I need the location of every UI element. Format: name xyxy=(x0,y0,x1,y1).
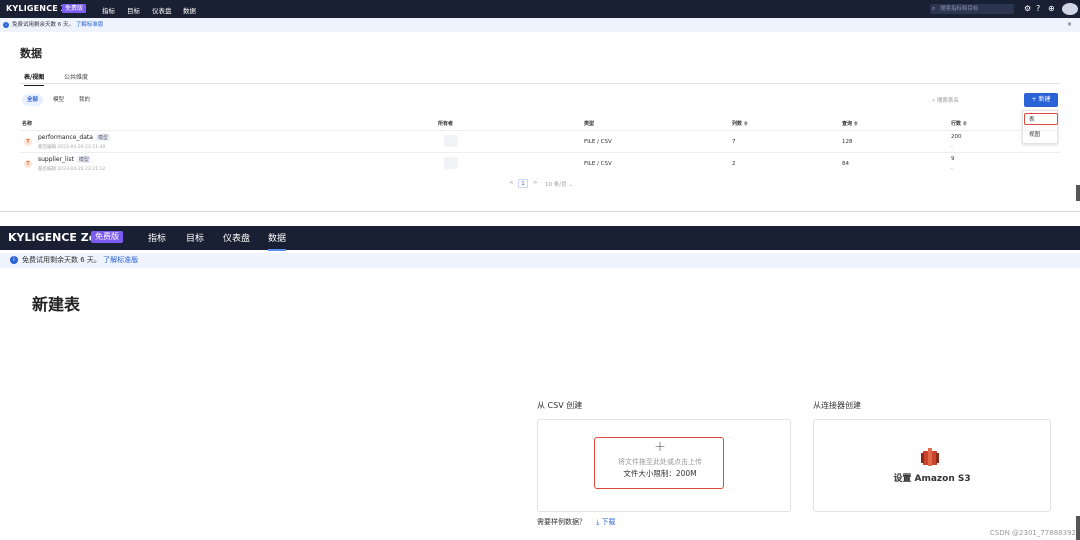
table-row[interactable]: T performance_data 模型 最后编辑 2023-04-26 23:… xyxy=(20,130,1060,152)
col-header-type: 类型 xyxy=(584,121,595,127)
close-icon[interactable]: × xyxy=(1067,18,1072,32)
filter-models[interactable]: 模型 xyxy=(48,94,69,106)
language-icon[interactable]: ⊕ xyxy=(1048,4,1055,13)
nav-item-metrics[interactable]: 指标 xyxy=(102,5,115,15)
owner-avatar xyxy=(444,157,458,169)
edition-badge: 免费版 xyxy=(62,4,87,13)
highlight-box xyxy=(594,437,724,489)
sample-data-row: 需要样例数据？ ⤓ 下载 xyxy=(537,517,616,527)
col-header-columns[interactable]: 列数 ≑ xyxy=(732,120,748,127)
brand-logo: KYLIGENCE Zen xyxy=(8,231,105,244)
owner-avatar xyxy=(444,135,458,147)
columns-cell: 2 xyxy=(732,161,736,167)
filter-all[interactable]: 全部 xyxy=(22,94,44,106)
nav-item-metrics[interactable]: 指标 xyxy=(148,231,166,244)
trial-banner-text: 免费试用剩余天数 6 天。 xyxy=(22,256,101,264)
new-button[interactable]: + 新建 xyxy=(1024,93,1058,107)
help-icon[interactable]: ? xyxy=(1036,4,1040,13)
table-name-text: supplier_list xyxy=(38,156,74,163)
table-name[interactable]: performance_data 模型 xyxy=(38,134,110,141)
pager-prev[interactable]: < xyxy=(509,180,514,186)
rows-sub: - xyxy=(951,144,953,150)
queries-cell: 128 xyxy=(842,139,853,145)
watermark: CSDN @2301_77888392 xyxy=(989,529,1076,537)
nav-item-goals[interactable]: 目标 xyxy=(186,231,204,244)
page-size-select[interactable]: 10 条/页 ⌄ xyxy=(545,180,573,188)
csv-section-title: 从 CSV 创建 xyxy=(537,401,583,410)
page-title: 数据 xyxy=(20,47,42,60)
search-icon: ⌕ xyxy=(932,5,936,12)
last-edited: 最后编辑 2023-04-26 23:21:12 xyxy=(38,167,106,172)
global-search-input[interactable]: ⌕ 搜索指标和目标 xyxy=(930,4,1014,14)
edition-badge: 免费版 xyxy=(91,231,123,243)
table-name[interactable]: supplier_list 模型 xyxy=(38,156,91,163)
col-header-name: 名称 xyxy=(22,121,33,127)
top-nav: KYLIGENCE Zen 免费版 指标 目标 仪表盘 数据 ⌕ 搜索指标和目标… xyxy=(0,0,1080,19)
nav-item-data[interactable]: 数据 xyxy=(183,5,196,19)
filter-mine[interactable]: 我的 xyxy=(74,94,95,106)
table-type-icon: T xyxy=(24,160,32,168)
nav-item-dashboard[interactable]: 仪表盘 xyxy=(152,5,172,15)
queries-cell: 84 xyxy=(842,161,849,167)
type-cell: FILE / CSV xyxy=(584,139,612,145)
sample-data-question: 需要样例数据？ xyxy=(537,518,586,526)
settings-icon[interactable]: ⚙ xyxy=(1024,4,1031,13)
table-search-placeholder: 搜索表名 xyxy=(936,98,959,104)
csv-upload-area[interactable]: + 将文件拖至此处或点击上传 文件大小限制：200M xyxy=(537,419,791,512)
info-icon: i xyxy=(3,22,9,28)
table-row[interactable]: T supplier_list 模型 最后编辑 2023-04-26 23:21:… xyxy=(20,152,1060,174)
trial-banner: i 免费试用剩余天数 6 天。 了解标准版 × xyxy=(0,18,1080,32)
window-edge xyxy=(1076,516,1080,540)
model-tag: 模型 xyxy=(95,134,110,141)
window-edge xyxy=(1076,185,1080,201)
col-header-owner: 所有者 xyxy=(438,121,454,127)
avatar[interactable] xyxy=(1062,3,1078,15)
last-edited: 最后编辑 2023-04-26 23:21:49 xyxy=(38,145,106,150)
tab-common-dimensions[interactable]: 公共维度 xyxy=(64,72,88,81)
model-tag: 模型 xyxy=(76,156,91,163)
highlight-box xyxy=(1024,113,1058,125)
table-name-text: performance_data xyxy=(38,134,93,141)
trial-banner: i 免费试用剩余天数 6 天。 了解标准版 xyxy=(0,253,1080,268)
table-search-input[interactable]: ⌕ 搜索表名 xyxy=(932,96,959,105)
new-table-screen: KYLIGENCE Zen 免费版 指标 目标 仪表盘 数据 i 免费试用剩余天… xyxy=(0,226,1080,540)
nav-item-data[interactable]: 数据 xyxy=(268,231,287,251)
connector-section-title: 从连接器创建 xyxy=(813,401,861,410)
data-list-screen: KYLIGENCE Zen 免费版 指标 目标 仪表盘 数据 ⌕ 搜索指标和目标… xyxy=(0,0,1080,212)
columns-cell: 7 xyxy=(732,139,736,145)
trial-banner-text: 免费试用剩余天数 6 天。 xyxy=(12,22,74,28)
pager-current[interactable]: 1 xyxy=(518,179,528,188)
rows-sub: - xyxy=(951,166,953,172)
page-title: 新建表 xyxy=(32,295,81,314)
info-icon: i xyxy=(10,256,18,264)
rows-cell: 200 xyxy=(951,134,962,140)
pager-next[interactable]: > xyxy=(533,180,538,186)
global-search-placeholder: 搜索指标和目标 xyxy=(940,6,979,12)
type-cell: FILE / CSV xyxy=(584,161,612,167)
col-header-queries[interactable]: 查询 ≑ xyxy=(842,120,858,127)
tab-divider xyxy=(20,83,1060,84)
nav-item-goals[interactable]: 目标 xyxy=(127,5,140,15)
trial-banner-link[interactable]: 了解标准版 xyxy=(103,256,138,264)
table-type-icon: T xyxy=(24,138,32,146)
col-header-rows[interactable]: 行数 ≑ xyxy=(951,120,967,127)
rows-cell: 9 xyxy=(951,156,955,162)
download-link[interactable]: ⤓ 下载 xyxy=(596,518,615,526)
amazon-s3-connector-card[interactable]: 设置 Amazon S3 xyxy=(813,419,1051,512)
trial-banner-link[interactable]: 了解标准版 xyxy=(76,22,104,28)
top-nav: KYLIGENCE Zen 免费版 指标 目标 仪表盘 数据 xyxy=(0,226,1080,251)
nav-item-dashboard[interactable]: 仪表盘 xyxy=(223,231,250,244)
connector-label: 设置 Amazon S3 xyxy=(893,474,971,484)
amazon-s3-icon xyxy=(921,448,939,466)
